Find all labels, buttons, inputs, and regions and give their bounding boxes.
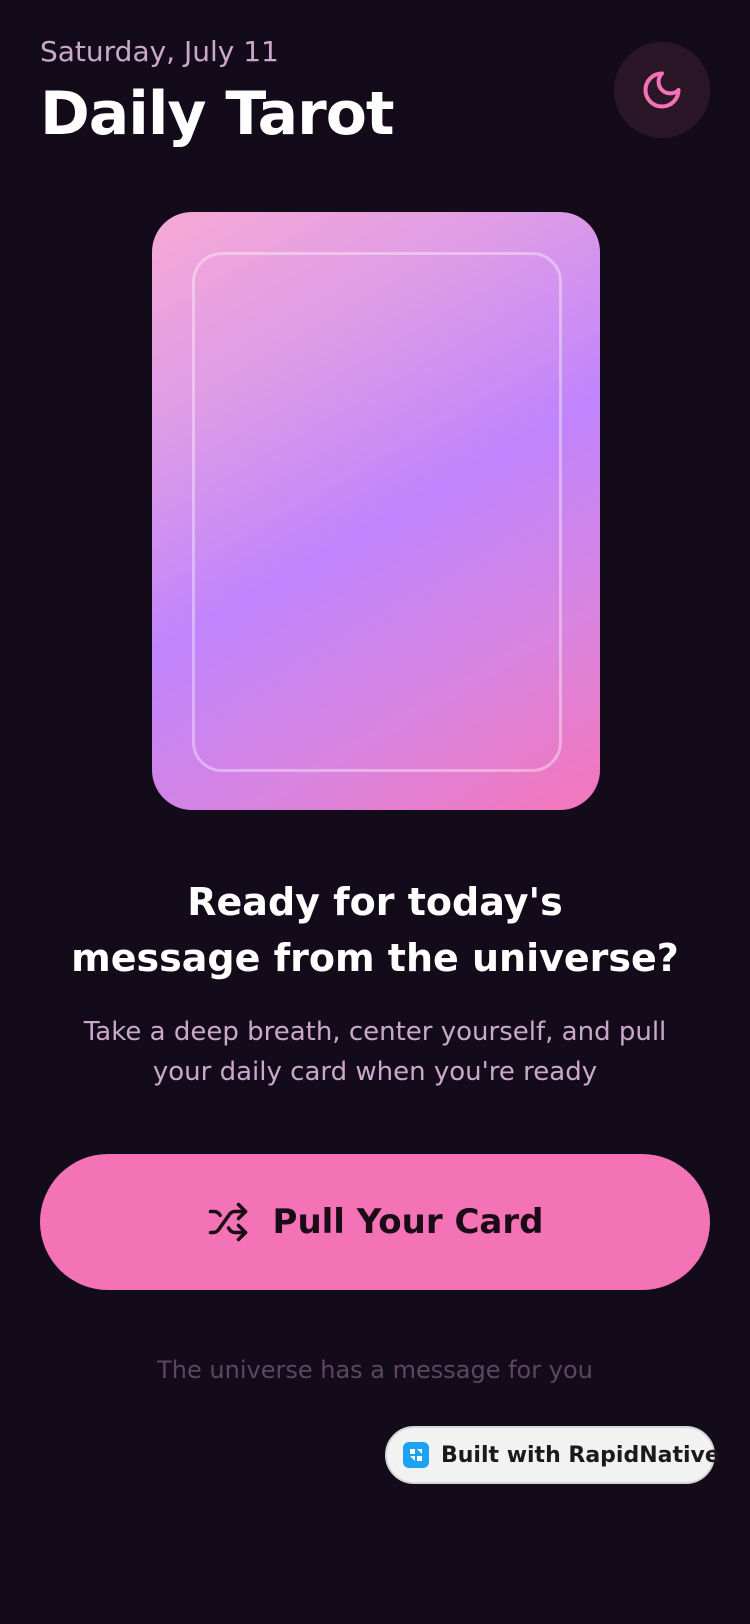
shuffle-icon bbox=[207, 1201, 249, 1243]
rapidnative-logo-icon bbox=[403, 1442, 429, 1468]
prompt-headline: Ready for today's message from the unive… bbox=[50, 874, 700, 986]
prompt-headline-line-2: message from the universe? bbox=[71, 936, 679, 980]
moon-icon bbox=[640, 68, 684, 112]
page-title: Daily Tarot bbox=[40, 79, 395, 149]
footer-note: The universe has a message for you bbox=[157, 1356, 593, 1384]
tarot-card-inner-border bbox=[192, 252, 562, 772]
theme-toggle-button[interactable] bbox=[614, 42, 710, 138]
built-with-badge[interactable]: Built with RapidNative bbox=[385, 1426, 720, 1484]
tarot-card[interactable] bbox=[152, 212, 600, 810]
prompt-subtext-line-2: your daily card when you're ready bbox=[152, 1057, 598, 1087]
date-label: Saturday, July 11 bbox=[40, 35, 279, 68]
pull-card-button-label: Pull Your Card bbox=[272, 1202, 544, 1242]
pull-card-button[interactable]: Pull Your Card bbox=[40, 1154, 710, 1290]
prompt-subtext: Take a deep breath, center yourself, and… bbox=[50, 1012, 700, 1092]
prompt-headline-line-1: Ready for today's bbox=[187, 880, 563, 924]
prompt-subtext-line-1: Take a deep breath, center yourself, and… bbox=[83, 1017, 667, 1047]
built-with-badge-label: Built with RapidNative bbox=[441, 1442, 720, 1468]
